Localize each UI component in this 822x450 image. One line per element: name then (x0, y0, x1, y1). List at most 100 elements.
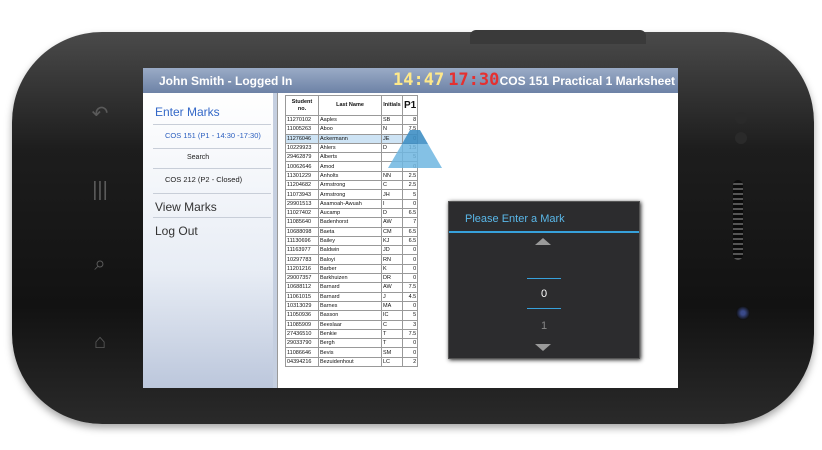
mark-value[interactable]: 0 (527, 288, 561, 300)
table-row[interactable]: 11130696 Bailey KJ 6.5 (285, 235, 419, 247)
decrement-arrow-icon[interactable] (535, 344, 551, 351)
initials-cell: K (381, 263, 403, 275)
student-number-cell: 10313029 (285, 300, 319, 312)
table-row[interactable]: 10297783 Baloyi RN 0 (285, 254, 419, 265)
table-row[interactable]: 29901513 Asamoah-Awuah I 0 (285, 198, 419, 209)
mark-cell[interactable]: 6.5 (401, 207, 419, 219)
end-time: 17:30 (448, 70, 500, 90)
student-number-cell: 11163977 (285, 245, 319, 256)
nav-log-out[interactable]: Log Out (155, 224, 198, 238)
student-number-cell: 10688112 (285, 282, 319, 293)
student-number-cell: 11086646 (285, 347, 319, 358)
title-bar: John Smith - Logged In 14:47 17:30 COS 15… (143, 68, 678, 93)
mark-cell[interactable]: 4.5 (401, 291, 419, 302)
mark-cell[interactable]: 0 (401, 273, 419, 284)
table-row[interactable]: 11163977 Baldwin JD 0 (285, 245, 419, 256)
mark-cell[interactable]: 0 (401, 347, 419, 358)
table-row[interactable]: 11050936 Basson IC 5 (285, 310, 419, 321)
table-row[interactable]: 27436510 Benkie T 7.5 (285, 328, 419, 340)
last-name-cell: Ackermann (318, 133, 382, 144)
mark-cell[interactable]: 7.5 (401, 328, 419, 340)
last-name-cell: Barnard (318, 282, 382, 293)
mark-cell[interactable]: 7 (401, 217, 419, 228)
table-row[interactable]: 10313029 Barnes MA 0 (285, 300, 419, 312)
last-name-cell: Baloyi (318, 254, 382, 265)
mark-cell[interactable]: 5 (401, 189, 419, 200)
mark-cell[interactable]: 2.5 (401, 170, 419, 182)
current-time: 14:47 (393, 70, 445, 90)
table-row[interactable]: 29033790 Bergh T 0 (285, 338, 419, 349)
initials-cell: I (381, 198, 403, 209)
home-key-icon[interactable]: ⌂ (88, 332, 112, 352)
nav-course-cos151[interactable]: COS 151 (P1 - 14:30 -17:30) (165, 131, 261, 140)
page-title: COS 151 Practical 1 Marksheet (499, 74, 675, 88)
mark-cell[interactable]: 3 (401, 319, 419, 330)
table-row[interactable]: 11085909 Beeslaar C 3 (285, 319, 419, 330)
student-number-cell: 11204682 (285, 180, 319, 191)
mark-cell[interactable]: 5 (401, 310, 419, 321)
mark-cell[interactable]: 0 (401, 338, 419, 349)
last-name-cell: Anholts (318, 170, 382, 182)
nav-search[interactable]: Search (187, 154, 209, 161)
col-last-name: Last Name (318, 95, 382, 116)
table-row[interactable]: 11270102 Aaples SB 8 (285, 114, 419, 126)
student-number-cell: 11073943 (285, 189, 319, 200)
table-row[interactable]: 29007357 Barkhuizen DR 0 (285, 273, 419, 284)
last-name-cell: Bezuidenhout (318, 356, 382, 368)
divider (153, 168, 271, 169)
table-row[interactable]: 11073943 Armstrong JH 5 (285, 189, 419, 200)
student-number-cell: 04394216 (285, 356, 319, 368)
student-number-cell: 11270102 (285, 114, 319, 126)
mark-cell[interactable]: 0 (401, 198, 419, 209)
last-name-cell: Armstrong (318, 180, 382, 191)
nav-view-marks[interactable]: View Marks (155, 200, 217, 214)
initials-cell: IC (381, 310, 403, 321)
table-row[interactable]: 04394216 Bezuidenhout LC 2 (285, 356, 419, 368)
last-name-cell: Benkie (318, 328, 382, 340)
mark-cell[interactable]: 2 (401, 356, 419, 368)
mark-cell[interactable]: 6.5 (401, 235, 419, 247)
nav-enter-marks[interactable]: Enter Marks (155, 105, 220, 119)
nav-course-cos212[interactable]: COS 212 (P2 - Closed) (165, 175, 242, 184)
mark-cell[interactable]: 0 (401, 254, 419, 265)
table-row[interactable]: 11301229 Anholts NN 2.5 (285, 170, 419, 182)
last-name-cell: Bailey (318, 235, 382, 247)
mark-cell[interactable]: 6.5 (401, 226, 419, 237)
mark-cell[interactable]: 7.5 (401, 282, 419, 293)
search-key-icon[interactable]: ⌕ (88, 254, 112, 274)
initials-cell: T (381, 328, 403, 340)
divider (153, 217, 271, 218)
last-name-cell: Aucamp (318, 207, 382, 219)
initials-cell: C (381, 319, 403, 330)
table-row[interactable]: 11204682 Armstrong C 2.5 (285, 180, 419, 191)
table-row[interactable]: 10688112 Barnard AW 7.5 (285, 282, 419, 293)
initials-cell: AW (381, 282, 403, 293)
initials-cell: C (381, 180, 403, 191)
initials-cell: LC (381, 356, 403, 368)
table-row[interactable]: 11061015 Barnard J 4.5 (285, 291, 419, 302)
student-number-cell: 11085640 (285, 217, 319, 228)
dialog-title: Please Enter a Mark (465, 213, 565, 225)
mark-cell[interactable]: 8 (401, 114, 419, 126)
mark-cell[interactable]: 0 (401, 245, 419, 256)
mark-cell[interactable]: 0 (401, 300, 419, 312)
last-name-cell: Armstrong (318, 189, 382, 200)
mark-cell[interactable]: 2.5 (401, 180, 419, 191)
picker-line (527, 308, 561, 309)
table-header-row: Student no. Last Name Initials P1 (285, 95, 419, 116)
mark-next-value[interactable]: 1 (527, 320, 561, 332)
increment-arrow-icon[interactable] (535, 238, 551, 245)
mark-cell[interactable]: 0 (401, 263, 419, 275)
table-row[interactable]: 11086646 Bevis SM 0 (285, 347, 419, 358)
table-row[interactable]: 11201216 Barber K 0 (285, 263, 419, 275)
table-row[interactable]: 10688098 Baeta CM 6.5 (285, 226, 419, 237)
back-key-icon[interactable]: ↶ (88, 104, 112, 124)
last-name-cell: Bergh (318, 338, 382, 349)
menu-key-icon[interactable]: ||| (88, 180, 112, 200)
last-name-cell: Alberts (318, 152, 382, 163)
table-row[interactable]: 11085640 Badenhorst AW 7 (285, 217, 419, 228)
table-row[interactable]: 11027402 Aucamp D 6.5 (285, 207, 419, 219)
picker-line (527, 278, 561, 279)
student-number-cell: 29033790 (285, 338, 319, 349)
last-name-cell: Amod (318, 161, 382, 172)
